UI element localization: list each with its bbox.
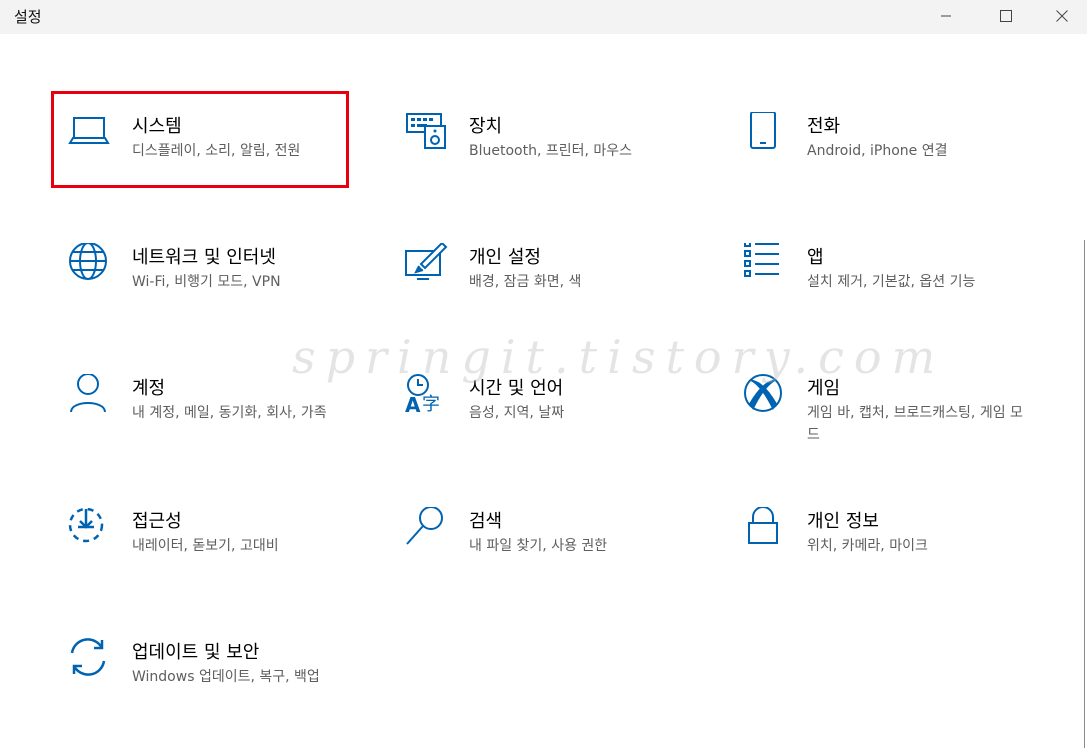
- tile-title: 네트워크 및 인터넷: [132, 247, 276, 268]
- tile-apps[interactable]: 앱 설치 제거, 기본값, 옵션 기능: [743, 243, 1033, 343]
- update-sync-icon: [68, 638, 116, 686]
- tile-title: 계정: [132, 378, 166, 399]
- tile-description: 내 계정, 메일, 동기화, 회사, 가족: [132, 405, 327, 421]
- tile-system[interactable]: 시스템 디스플레이, 소리, 알림, 전원: [68, 112, 358, 212]
- tile-description: 설치 제거, 기본값, 옵션 기능: [807, 274, 976, 290]
- close-button[interactable]: [1032, 0, 1087, 32]
- maximize-icon: [1000, 10, 1012, 22]
- tile-ease-of-access[interactable]: 접근성 내레이터, 돋보기, 고대비: [68, 507, 358, 607]
- tile-description: 게임 바, 캡처, 브로드캐스팅, 게임 모드: [807, 405, 1023, 443]
- tile-phone[interactable]: 전화 Android, iPhone 연결: [743, 112, 1033, 212]
- scrollbar[interactable]: [1084, 240, 1085, 748]
- tile-title: 개인 설정: [469, 247, 541, 268]
- tile-description: Bluetooth, 프린터, 마우스: [469, 143, 633, 159]
- title-bar: 설정: [0, 0, 1087, 34]
- tile-title: 시스템: [132, 116, 182, 137]
- tile-title: 시간 및 언어: [469, 378, 564, 399]
- settings-window: 설정 시스템 디스플레이, 소리, 알림, 전원 장치 Bluetooth, 프…: [0, 0, 1087, 748]
- tile-devices[interactable]: 장치 Bluetooth, 프린터, 마우스: [405, 112, 695, 212]
- tile-description: 디스플레이, 소리, 알림, 전원: [132, 143, 301, 159]
- phone-icon: [743, 112, 791, 160]
- ease-of-access-icon: [68, 507, 116, 555]
- tile-update-security[interactable]: 업데이트 및 보안 Windows 업데이트, 복구, 백업: [68, 638, 358, 738]
- devices-icon: [405, 112, 453, 160]
- time-language-icon: A 字: [405, 374, 453, 422]
- tile-title: 전화: [807, 116, 841, 137]
- lock-icon: [743, 507, 791, 555]
- tile-description: 내 파일 찾기, 사용 권한: [469, 538, 608, 554]
- globe-icon: [68, 243, 116, 291]
- tile-title: 앱: [807, 247, 824, 268]
- search-icon: [405, 507, 453, 555]
- tile-personalization[interactable]: 개인 설정 배경, 잠금 화면, 색: [405, 243, 695, 343]
- svg-text:字: 字: [422, 394, 440, 415]
- tile-title: 장치: [469, 116, 503, 137]
- tile-title: 검색: [469, 511, 503, 532]
- tile-description: 배경, 잠금 화면, 색: [469, 274, 582, 290]
- tile-description: 음성, 지역, 날짜: [469, 405, 565, 421]
- person-icon: [68, 374, 116, 422]
- tile-time-language[interactable]: A 字 시간 및 언어 음성, 지역, 날짜: [405, 374, 695, 474]
- window-title: 설정: [14, 8, 42, 26]
- maximize-button[interactable]: [976, 0, 1036, 32]
- tile-gaming[interactable]: 게임 게임 바, 캡처, 브로드캐스팅, 게임 모드: [743, 374, 1033, 474]
- tile-title: 게임: [807, 378, 841, 399]
- minimize-icon: [941, 15, 951, 17]
- minimize-button[interactable]: [916, 0, 976, 32]
- tile-accounts[interactable]: 계정 내 계정, 메일, 동기화, 회사, 가족: [68, 374, 358, 474]
- apps-list-icon: [743, 243, 791, 291]
- svg-text:A: A: [405, 393, 421, 417]
- tile-search[interactable]: 검색 내 파일 찾기, 사용 권한: [405, 507, 695, 607]
- close-icon: [1056, 10, 1068, 22]
- tile-description: 내레이터, 돋보기, 고대비: [132, 538, 279, 554]
- tile-description: 위치, 카메라, 마이크: [807, 538, 928, 554]
- tile-description: Android, iPhone 연결: [807, 143, 948, 159]
- tile-privacy[interactable]: 개인 정보 위치, 카메라, 마이크: [743, 507, 1033, 607]
- tile-network[interactable]: 네트워크 및 인터넷 Wi-Fi, 비행기 모드, VPN: [68, 243, 358, 343]
- xbox-icon: [743, 374, 791, 422]
- personalization-icon: [405, 243, 453, 291]
- tile-title: 업데이트 및 보안: [132, 642, 260, 663]
- tile-title: 접근성: [132, 511, 182, 532]
- tile-description: Wi-Fi, 비행기 모드, VPN: [132, 274, 281, 290]
- laptop-icon: [68, 112, 116, 160]
- tile-title: 개인 정보: [807, 511, 879, 532]
- tile-description: Windows 업데이트, 복구, 백업: [132, 669, 320, 685]
